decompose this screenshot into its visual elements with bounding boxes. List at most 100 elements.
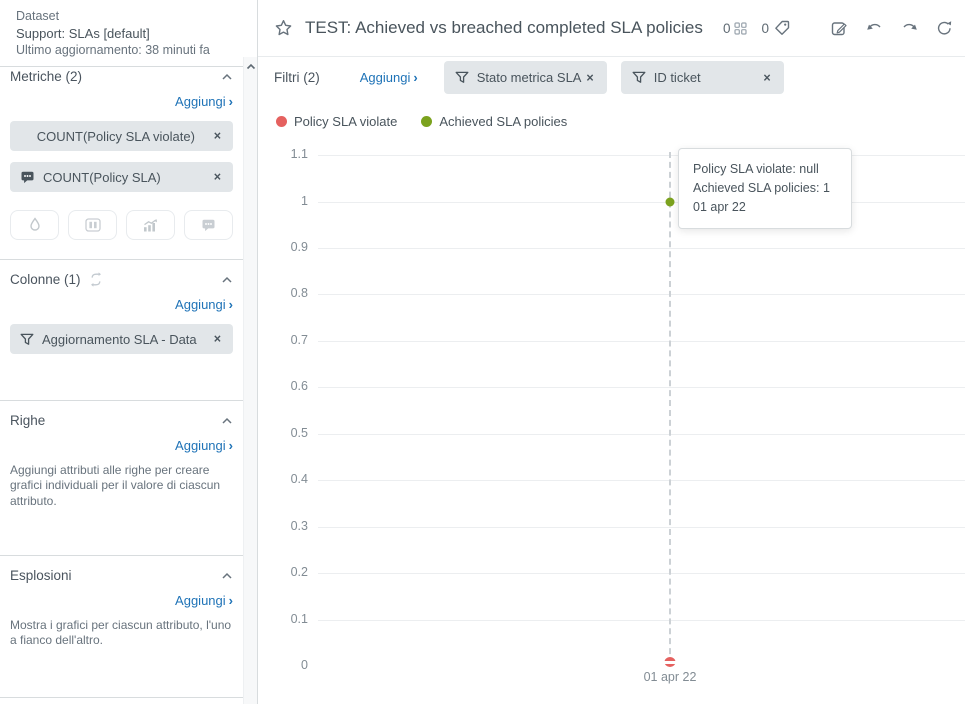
rows-add-button[interactable]: Aggiungi › <box>175 438 233 453</box>
chevron-up-icon[interactable] <box>221 417 233 425</box>
legend-label: Policy SLA violate <box>294 113 398 129</box>
gridline <box>318 433 965 435</box>
chart-tooltip: Policy SLA violate: null Achieved SLA po… <box>678 148 852 229</box>
filter-chip[interactable]: ID ticket × <box>620 61 784 94</box>
metric-chip[interactable]: COUNT(Policy SLA violate) × <box>10 121 233 151</box>
chevron-up-icon[interactable] <box>221 572 233 580</box>
funnel-icon <box>632 71 646 84</box>
refresh-button[interactable] <box>934 18 955 38</box>
legend-dot-0 <box>276 115 287 127</box>
query-builder-sidebar: Dataset Support: SLAs [default] Ultimo a… <box>0 0 258 704</box>
remove-icon[interactable]: × <box>212 170 223 184</box>
droplet-tool-button[interactable] <box>10 210 59 240</box>
column-chip[interactable]: Aggiornamento SLA - Data × <box>10 324 233 354</box>
chevron-up-icon[interactable] <box>221 73 233 81</box>
y-axis-tick-label: 0.8 <box>290 286 308 301</box>
filters-add-button[interactable]: Aggiungi › <box>360 70 418 85</box>
section-divider <box>0 259 243 260</box>
y-axis-tick-label: 1.1 <box>290 147 308 161</box>
y-axis-tick-label: 0 <box>301 658 308 672</box>
edit-button[interactable] <box>829 18 850 39</box>
header-actions: 0 0 <box>723 18 955 39</box>
remove-icon[interactable]: × <box>212 332 223 346</box>
chat-icon <box>20 171 35 184</box>
section-divider <box>0 696 243 698</box>
filter-chip[interactable]: Stato metrica SLA × <box>443 61 607 94</box>
metric-tool-buttons <box>10 210 233 252</box>
y-axis-tick-label: 0.7 <box>290 332 308 347</box>
rows-section-header[interactable]: Righe <box>10 413 233 428</box>
y-axis-tick-label: 0.1 <box>290 611 308 626</box>
y-axis-tick-label: 0.5 <box>290 425 308 440</box>
legend-item[interactable]: Policy SLA violate <box>276 114 397 129</box>
star-icon[interactable] <box>274 19 293 37</box>
data-point-policy-sla-violate[interactable] <box>662 657 678 667</box>
remove-icon[interactable]: × <box>761 71 772 85</box>
dashboards-counter[interactable]: 0 <box>723 21 748 36</box>
sidebar-scrollbar[interactable] <box>243 57 257 704</box>
plot-area[interactable]: 01 apr 22 Policy SLA violate: null Achie… <box>258 140 965 706</box>
section-divider <box>0 400 243 401</box>
hover-crosshair-line <box>669 152 671 664</box>
chart-tool-button[interactable] <box>126 210 175 240</box>
main-panel: TEST: Achieved vs breached completed SLA… <box>258 0 965 704</box>
columns-tool-button[interactable] <box>68 210 117 240</box>
explosions-add-button[interactable]: Aggiungi › <box>175 593 233 608</box>
dataset-label: Dataset <box>16 9 60 23</box>
dashboard-grid-icon <box>734 21 748 35</box>
gridline <box>318 247 965 249</box>
explosions-section-title: Esplosioni <box>10 568 72 584</box>
columns-section-header[interactable]: Colonne (1) <box>10 272 233 287</box>
refresh-icon <box>937 21 952 35</box>
redo-button[interactable] <box>899 19 920 37</box>
section-divider <box>0 555 243 557</box>
chevron-right-icon: › <box>228 438 233 453</box>
metric-chip-label: COUNT(Policy SLA violate) <box>36 128 195 144</box>
remove-icon[interactable]: × <box>212 129 223 143</box>
chevron-up-icon[interactable] <box>221 276 233 284</box>
chevron-right-icon: › <box>413 70 418 85</box>
metrics-add-button[interactable]: Aggiungi › <box>175 94 233 109</box>
metrics-section-title: Metriche (2) <box>10 69 83 84</box>
dataset-name: Support: SLAs [default] <box>16 25 150 41</box>
filter-chip-label: ID ticket <box>653 70 701 85</box>
chevron-right-icon: › <box>228 94 233 109</box>
undo-icon <box>867 23 881 30</box>
rows-section-title: Righe <box>10 413 46 428</box>
undo-button[interactable] <box>864 19 885 37</box>
explosions-section-header[interactable]: Esplosioni <box>10 568 233 583</box>
droplet-icon <box>29 217 40 231</box>
sidebar-content: Metriche (2) Aggiungi › COUNT(Policy SLA … <box>0 57 243 704</box>
chat-tool-button[interactable] <box>184 210 233 240</box>
gridline <box>318 155 965 156</box>
columns-section-title: Colonne (1) <box>10 272 81 287</box>
gridline <box>318 294 965 296</box>
tooltip-line: Achieved SLA policies: 1 <box>693 181 830 195</box>
funnel-icon <box>20 333 34 346</box>
columns-add-button[interactable]: Aggiungi › <box>175 297 233 312</box>
page-title: TEST: Achieved vs breached completed SLA… <box>305 18 703 37</box>
y-axis-tick-label: 0.9 <box>290 239 308 254</box>
data-point-achieved-sla-policies[interactable] <box>665 197 675 206</box>
pivot-swap-icon[interactable] <box>88 272 104 287</box>
tooltip-line: Policy SLA violate: null <box>693 162 819 176</box>
y-axis-tick-label: 0.2 <box>290 565 308 580</box>
column-chip-label: Aggiornamento SLA - Data <box>42 331 197 347</box>
columns-icon <box>84 218 101 232</box>
scroll-up-icon[interactable] <box>246 63 256 70</box>
gridline <box>318 480 965 482</box>
y-axis-tick-label: 0.3 <box>290 518 308 533</box>
y-axis-tick-label: 1 <box>301 193 308 208</box>
metrics-section-header[interactable]: Metriche (2) <box>10 69 233 84</box>
x-axis-tick-label: 01 apr 22 <box>643 670 697 684</box>
legend-item[interactable]: Achieved SLA policies <box>421 114 567 129</box>
tags-counter[interactable]: 0 <box>761 20 791 36</box>
remove-icon[interactable]: × <box>584 71 595 85</box>
filter-bar: Filtri (2) Aggiungi › Stato metrica SLA ×… <box>258 57 965 98</box>
dashboards-count: 0 <box>722 20 731 36</box>
tags-count: 0 <box>761 20 769 36</box>
y-axis-tick-label: 0.4 <box>290 472 308 487</box>
metric-chip[interactable]: COUNT(Policy SLA) × <box>10 162 233 192</box>
funnel-icon <box>455 71 469 84</box>
gridline <box>318 573 965 575</box>
